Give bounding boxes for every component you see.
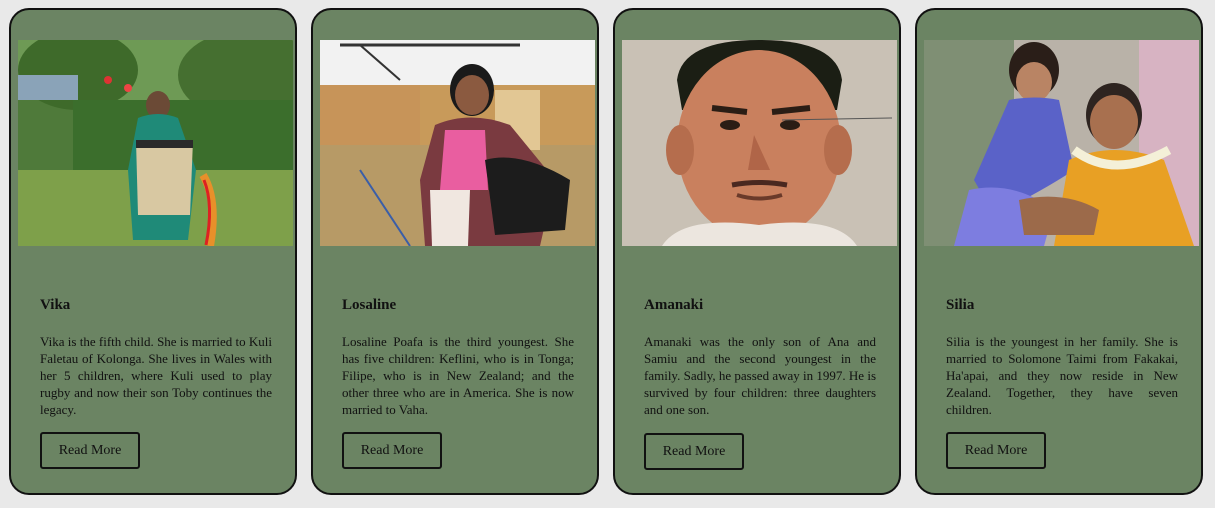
- profile-description: Silia is the youngest in her family. She…: [946, 334, 1178, 417]
- profile-cards: Vika Vika is the fifth child. She is mar…: [0, 0, 1215, 508]
- profile-description: Amanaki was the only son of Ana and Sami…: [644, 334, 876, 417]
- read-more-button[interactable]: Read More: [644, 433, 744, 470]
- profile-card-silia: Silia Silia is the youngest in her famil…: [915, 8, 1203, 495]
- profile-photo-silia: [924, 40, 1199, 246]
- profile-card-amanaki: Amanaki Amanaki was the only son of Ana …: [613, 8, 901, 495]
- profile-name: Vika: [40, 297, 71, 313]
- profile-photo-amanaki: [622, 40, 897, 246]
- profile-name: Silia: [946, 297, 975, 313]
- read-more-button[interactable]: Read More: [40, 432, 140, 469]
- profile-card-vika: Vika Vika is the fifth child. She is mar…: [9, 8, 297, 495]
- profile-description: Losaline Poafa is the third youngest. Sh…: [342, 334, 574, 417]
- read-more-button[interactable]: Read More: [342, 432, 442, 469]
- profile-description: Vika is the fifth child. She is married …: [40, 334, 272, 417]
- profile-name: Amanaki: [644, 297, 704, 313]
- profile-card-losaline: Losaline Losaline Poafa is the third you…: [311, 8, 599, 495]
- profile-photo-vika: [18, 40, 293, 246]
- read-more-button[interactable]: Read More: [946, 432, 1046, 469]
- profile-name: Losaline: [342, 297, 397, 313]
- profile-photo-losaline: [320, 40, 595, 246]
